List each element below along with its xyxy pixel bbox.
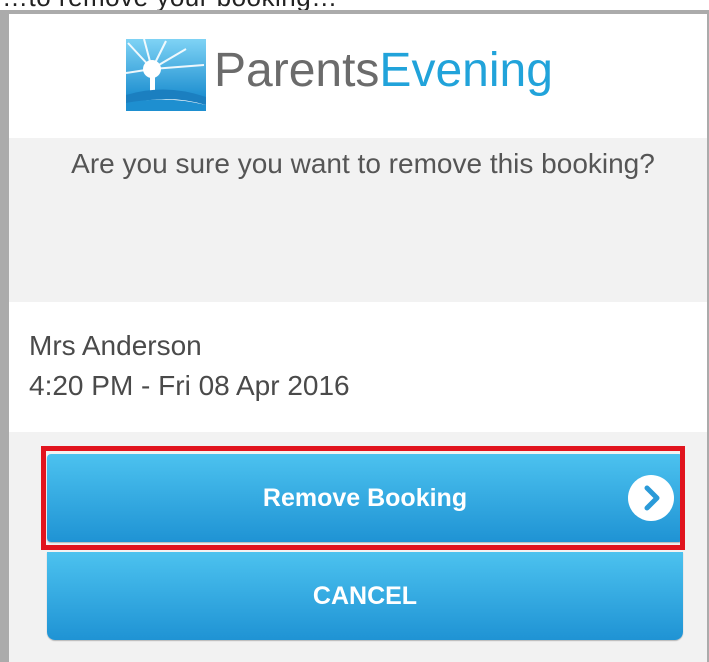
app-frame: ParentsEvening Are you sure you want to … [0,10,709,662]
brand-name: ParentsEvening [214,47,553,95]
booking-time: 4:20 PM - Fri 08 Apr 2016 [29,370,350,401]
app-header: ParentsEvening [9,14,707,138]
booking-details: Mrs Anderson 4:20 PM - Fri 08 Apr 2016 [9,302,707,432]
teacher-name: Mrs Anderson [29,330,202,361]
brand-part2: Evening [379,44,553,97]
cropped-top-text: …to remove your booking… [0,0,709,10]
parents-evening-logo-icon [126,39,206,111]
cancel-button[interactable]: CANCEL [47,552,683,640]
confirm-question: Are you sure you want to remove this boo… [71,148,655,179]
cropped-text: …to remove your booking… [2,0,338,10]
dialog-panel: ParentsEvening Are you sure you want to … [9,14,707,662]
cancel-label: CANCEL [312,582,418,610]
highlight-box [41,446,685,550]
brand-part1: Parents [214,44,380,97]
